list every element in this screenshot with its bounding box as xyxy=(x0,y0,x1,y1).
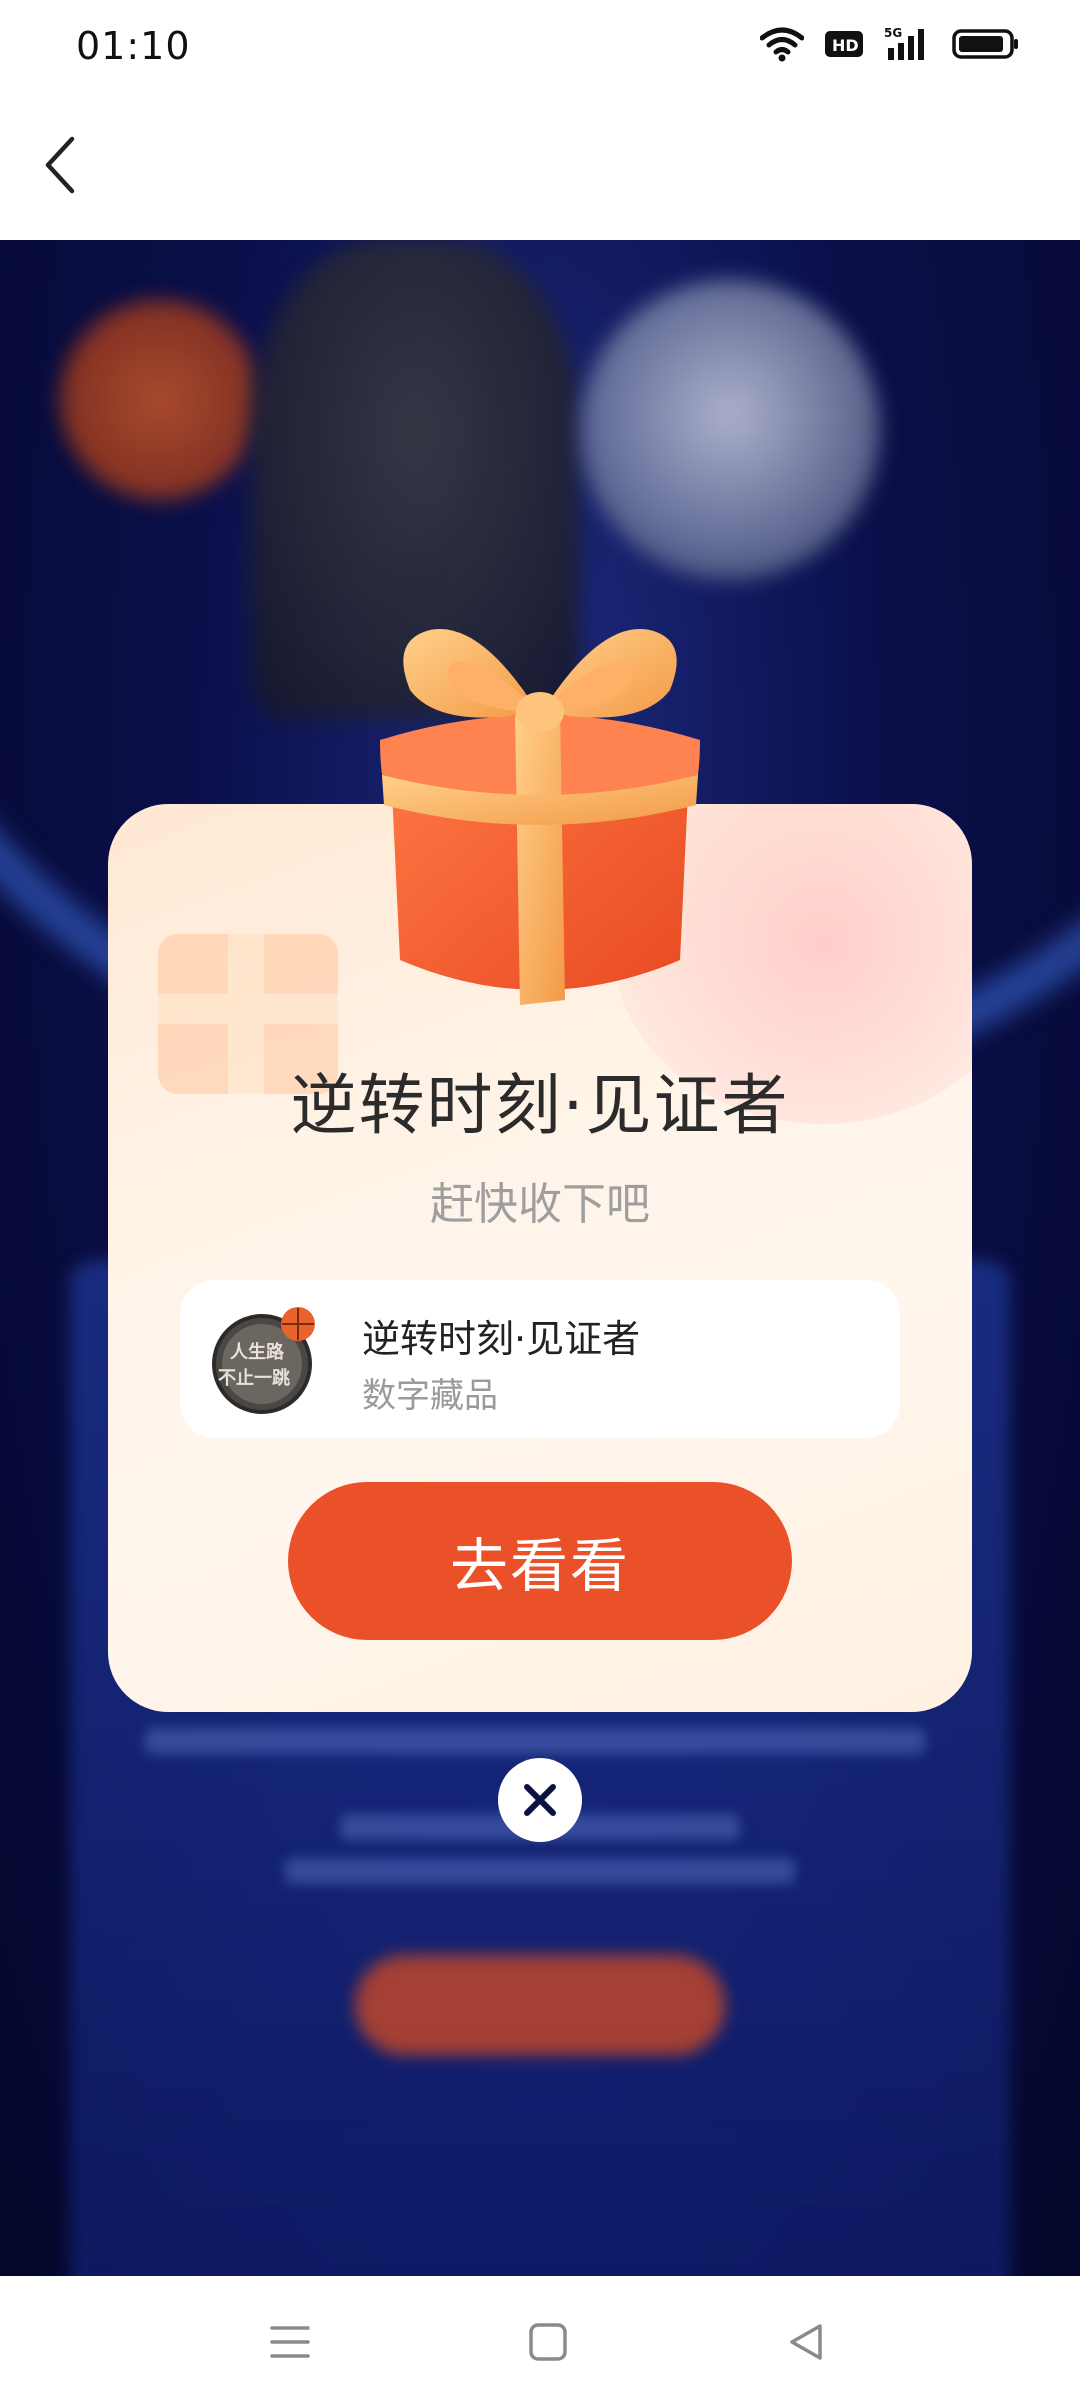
nav-menu-button[interactable] xyxy=(260,2314,320,2370)
hd-icon: HD xyxy=(824,29,864,59)
chevron-left-icon xyxy=(45,136,75,194)
gift-box-icon xyxy=(380,629,700,1005)
dialog-subtitle: 赶快收下吧 xyxy=(430,1179,650,1230)
status-icons: HD 5G xyxy=(760,26,1020,62)
item-type: 数字藏品 xyxy=(362,1376,498,1416)
back-button[interactable] xyxy=(30,130,90,200)
wifi-icon xyxy=(760,26,804,62)
badge-text-line2: 不止一跳 xyxy=(218,1367,290,1389)
status-time: 01:10 xyxy=(76,24,191,68)
collectible-item-card[interactable]: 人生路 不止一跳 逆转时刻·见证者 数字藏品 xyxy=(180,1280,900,1438)
home-icon xyxy=(529,2323,567,2361)
close-icon xyxy=(524,1784,556,1816)
status-bar: 01:10 HD 5G xyxy=(0,0,1080,96)
close-button[interactable] xyxy=(498,1758,582,1842)
screen: 01:10 HD 5G 逆转时刻·见证者 赶快收下吧 人生路 不止一跳 逆转时刻… xyxy=(0,0,1080,2408)
app-header xyxy=(0,96,1080,240)
battery-icon xyxy=(952,28,1020,60)
back-triangle-icon xyxy=(790,2324,822,2360)
collectible-badge-icon: 人生路 不止一跳 xyxy=(212,1307,315,1414)
view-button[interactable]: 去看看 xyxy=(288,1482,792,1640)
hd-label: HD xyxy=(832,36,859,55)
dialog-title: 逆转时刻·见证者 xyxy=(290,1067,790,1144)
badge-text-line1: 人生路 xyxy=(230,1341,285,1363)
5g-signal-icon: 5G xyxy=(884,26,932,62)
menu-icon xyxy=(270,2326,310,2358)
nav-back-button[interactable] xyxy=(776,2314,836,2370)
nav-home-button[interactable] xyxy=(518,2314,578,2370)
item-name: 逆转时刻·见证者 xyxy=(362,1317,641,1361)
network-label: 5G xyxy=(884,26,902,40)
system-nav-bar xyxy=(0,2276,1080,2408)
